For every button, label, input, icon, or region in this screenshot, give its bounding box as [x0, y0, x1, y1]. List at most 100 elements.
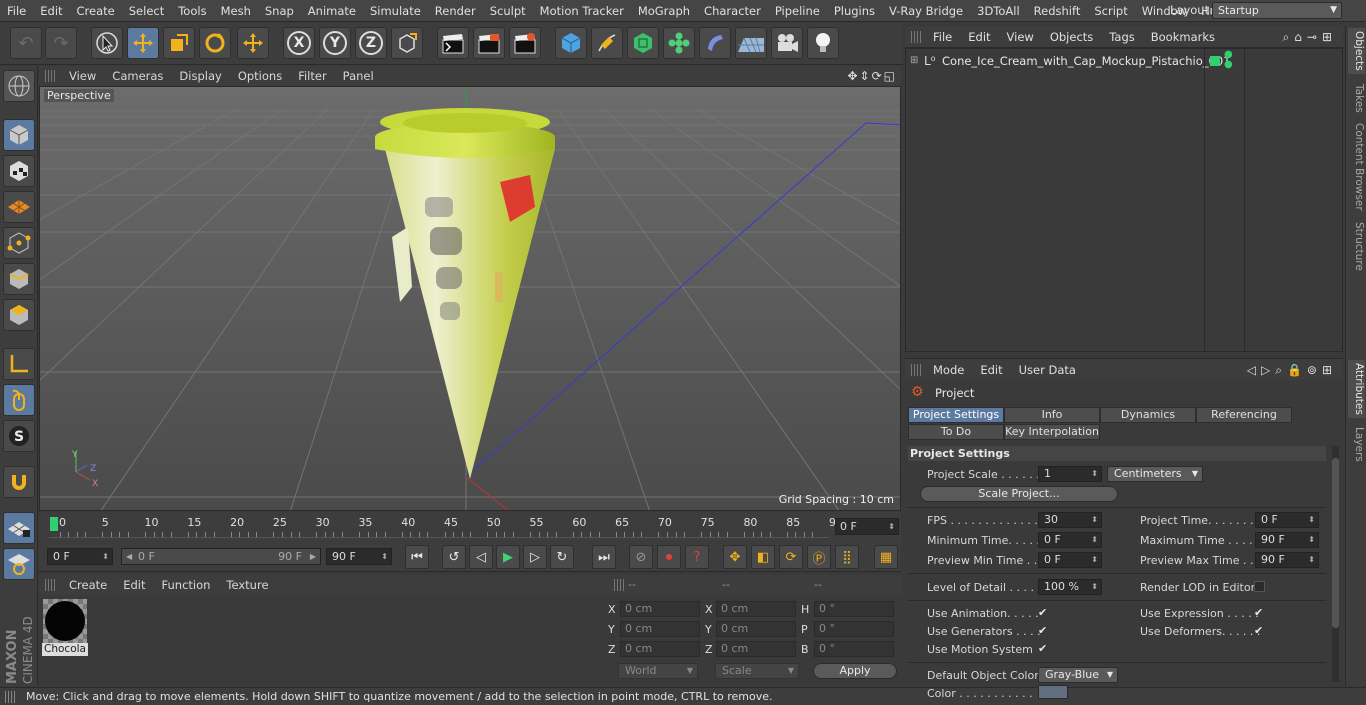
tab-referencing[interactable]: Referencing: [1196, 407, 1292, 423]
material-name[interactable]: Chocola: [42, 643, 88, 656]
size-mode-dropdown[interactable]: Scale ▼: [715, 663, 799, 679]
next-key-icon[interactable]: ↻: [550, 545, 574, 569]
maximum-time-field[interactable]: 90 F ⬍: [1255, 532, 1319, 548]
viewport-menu-cameras[interactable]: Cameras: [104, 69, 171, 83]
next-frame-icon[interactable]: ▷: [523, 545, 547, 569]
material-menu-function[interactable]: Function: [154, 578, 219, 592]
y-axis-icon[interactable]: Y: [319, 27, 351, 59]
color-swatch[interactable]: [1038, 685, 1068, 699]
play-forward-icon[interactable]: ▶: [496, 545, 520, 569]
model-mode-icon[interactable]: [3, 119, 35, 151]
tweak-mode-icon[interactable]: [3, 384, 35, 416]
menu-3dtoall[interactable]: 3DToAll: [970, 0, 1027, 22]
edges-mode-icon[interactable]: [3, 263, 35, 295]
scrollbar-thumb[interactable]: [1332, 458, 1339, 628]
camera-icon[interactable]: [771, 27, 803, 59]
recent-tool-icon[interactable]: [237, 27, 269, 59]
z-axis-icon[interactable]: Z: [355, 27, 387, 59]
timeline-ruler[interactable]: 051015202530354045505560657075808590 0 F…: [39, 512, 901, 542]
grip-icon[interactable]: [911, 30, 923, 43]
viewport-solo-icon[interactable]: [3, 70, 35, 102]
material-list[interactable]: Chocola: [39, 595, 601, 685]
menu-mesh[interactable]: Mesh: [214, 0, 258, 22]
pen-icon[interactable]: [591, 27, 623, 59]
attributes-scrollbar[interactable]: [1332, 446, 1339, 682]
size-z-field[interactable]: 0 cm: [716, 641, 796, 657]
subdivision-icon[interactable]: [627, 27, 659, 59]
om-menu-objects[interactable]: Objects: [1042, 30, 1101, 44]
key-point-level-icon[interactable]: ⣿: [835, 545, 859, 569]
go-to-end-icon[interactable]: ⏭: [592, 545, 616, 569]
menu-sculpt[interactable]: Sculpt: [483, 0, 533, 22]
size-x-field[interactable]: 0 cm: [716, 601, 796, 617]
viewport-menu-view[interactable]: View: [61, 69, 104, 83]
locked-workplane-icon[interactable]: [3, 548, 35, 580]
viewport-nav-icons[interactable]: ✥⇕⟳◱: [847, 69, 897, 83]
size-y-field[interactable]: 0 cm: [716, 621, 796, 637]
perspective-viewport[interactable]: Y Z X Perspective Grid Spacing : 10 cm: [39, 86, 901, 511]
material-menu-edit[interactable]: Edit: [115, 578, 153, 592]
om-nav-icons[interactable]: ⌕⌂⊸⊞: [1283, 30, 1337, 45]
menu-redshift[interactable]: Redshift: [1027, 0, 1088, 22]
attr-menu-edit[interactable]: Edit: [972, 363, 1010, 377]
coordinate-system-icon[interactable]: [391, 27, 423, 59]
preview-min-time-field[interactable]: 0 F ⬍: [1038, 552, 1102, 568]
previous-key-icon[interactable]: ↺: [442, 545, 466, 569]
axis-mode-icon[interactable]: [3, 348, 35, 380]
rotation-p-field[interactable]: 0 °: [814, 621, 894, 637]
light-icon[interactable]: [807, 27, 839, 59]
render-picture-viewer-icon[interactable]: [473, 27, 505, 59]
menu-character[interactable]: Character: [697, 0, 768, 22]
tab-project-settings[interactable]: Project Settings: [908, 407, 1004, 423]
record-keys-icon[interactable]: ⊘: [629, 545, 653, 569]
menu-edit[interactable]: Edit: [33, 0, 69, 22]
keyframe-selection-icon[interactable]: ?: [685, 545, 709, 569]
apply-button[interactable]: Apply: [813, 663, 897, 679]
snap-icon[interactable]: S: [3, 420, 35, 452]
undo-icon[interactable]: ↶: [10, 27, 42, 59]
cloner-icon[interactable]: [663, 27, 695, 59]
redo-icon[interactable]: ↷: [45, 27, 77, 59]
fps-field[interactable]: 30 ⬍: [1038, 512, 1102, 528]
menu-select[interactable]: Select: [122, 0, 171, 22]
viewport-menu-filter[interactable]: Filter: [290, 69, 334, 83]
menu-mograph[interactable]: MoGraph: [631, 0, 697, 22]
menu-script[interactable]: Script: [1087, 0, 1134, 22]
scale-project-button[interactable]: Scale Project...: [920, 486, 1118, 502]
playhead-marker[interactable]: [50, 517, 58, 531]
menu-v-ray-bridge[interactable]: V-Ray Bridge: [882, 0, 970, 22]
tab-content-browser[interactable]: Content Browser: [1348, 122, 1365, 212]
use-expression-checkbox[interactable]: ✔: [1254, 607, 1266, 619]
menu-motion-tracker[interactable]: Motion Tracker: [533, 0, 631, 22]
scale-icon[interactable]: [163, 27, 195, 59]
menu-plugins[interactable]: Plugins: [827, 0, 882, 22]
attr-nav-icons[interactable]: ◁▷⌕🔒⊚⊞: [1247, 363, 1337, 378]
rotation-b-field[interactable]: 0 °: [814, 641, 894, 657]
texture-mode-icon[interactable]: [3, 155, 35, 187]
minimum-time-field[interactable]: 0 F ⬍: [1038, 532, 1102, 548]
render-view-icon[interactable]: [437, 27, 469, 59]
grip-icon[interactable]: [911, 363, 923, 376]
position-z-field[interactable]: 0 cm: [620, 641, 700, 657]
polygons-mode-icon[interactable]: [3, 299, 35, 331]
project-scale-unit-dropdown[interactable]: Centimeters ▼: [1107, 466, 1203, 482]
om-menu-bookmarks[interactable]: Bookmarks: [1143, 30, 1223, 44]
material-thumbnail[interactable]: [43, 599, 87, 643]
key-scale-icon[interactable]: ◧: [751, 545, 775, 569]
visibility-dots-icon[interactable]: ● ●: [1224, 50, 1233, 70]
menu-simulate[interactable]: Simulate: [363, 0, 428, 22]
attr-menu-mode[interactable]: Mode: [925, 363, 972, 377]
expand-icon[interactable]: ⊞: [910, 51, 918, 71]
menu-create[interactable]: Create: [70, 0, 122, 22]
project-scale-field[interactable]: 1 ⬍: [1038, 466, 1102, 482]
x-axis-icon[interactable]: X: [283, 27, 315, 59]
material-menu-texture[interactable]: Texture: [218, 578, 276, 592]
grip-icon[interactable]: [614, 579, 626, 591]
deformer-icon[interactable]: [699, 27, 731, 59]
cube-icon[interactable]: [555, 27, 587, 59]
grip-icon[interactable]: [45, 70, 57, 82]
preview-max-time-field[interactable]: 90 F ⬍: [1255, 552, 1319, 568]
menu-file[interactable]: File: [0, 0, 33, 22]
tab-layers[interactable]: Layers: [1348, 426, 1365, 462]
om-menu-file[interactable]: File: [925, 30, 960, 44]
